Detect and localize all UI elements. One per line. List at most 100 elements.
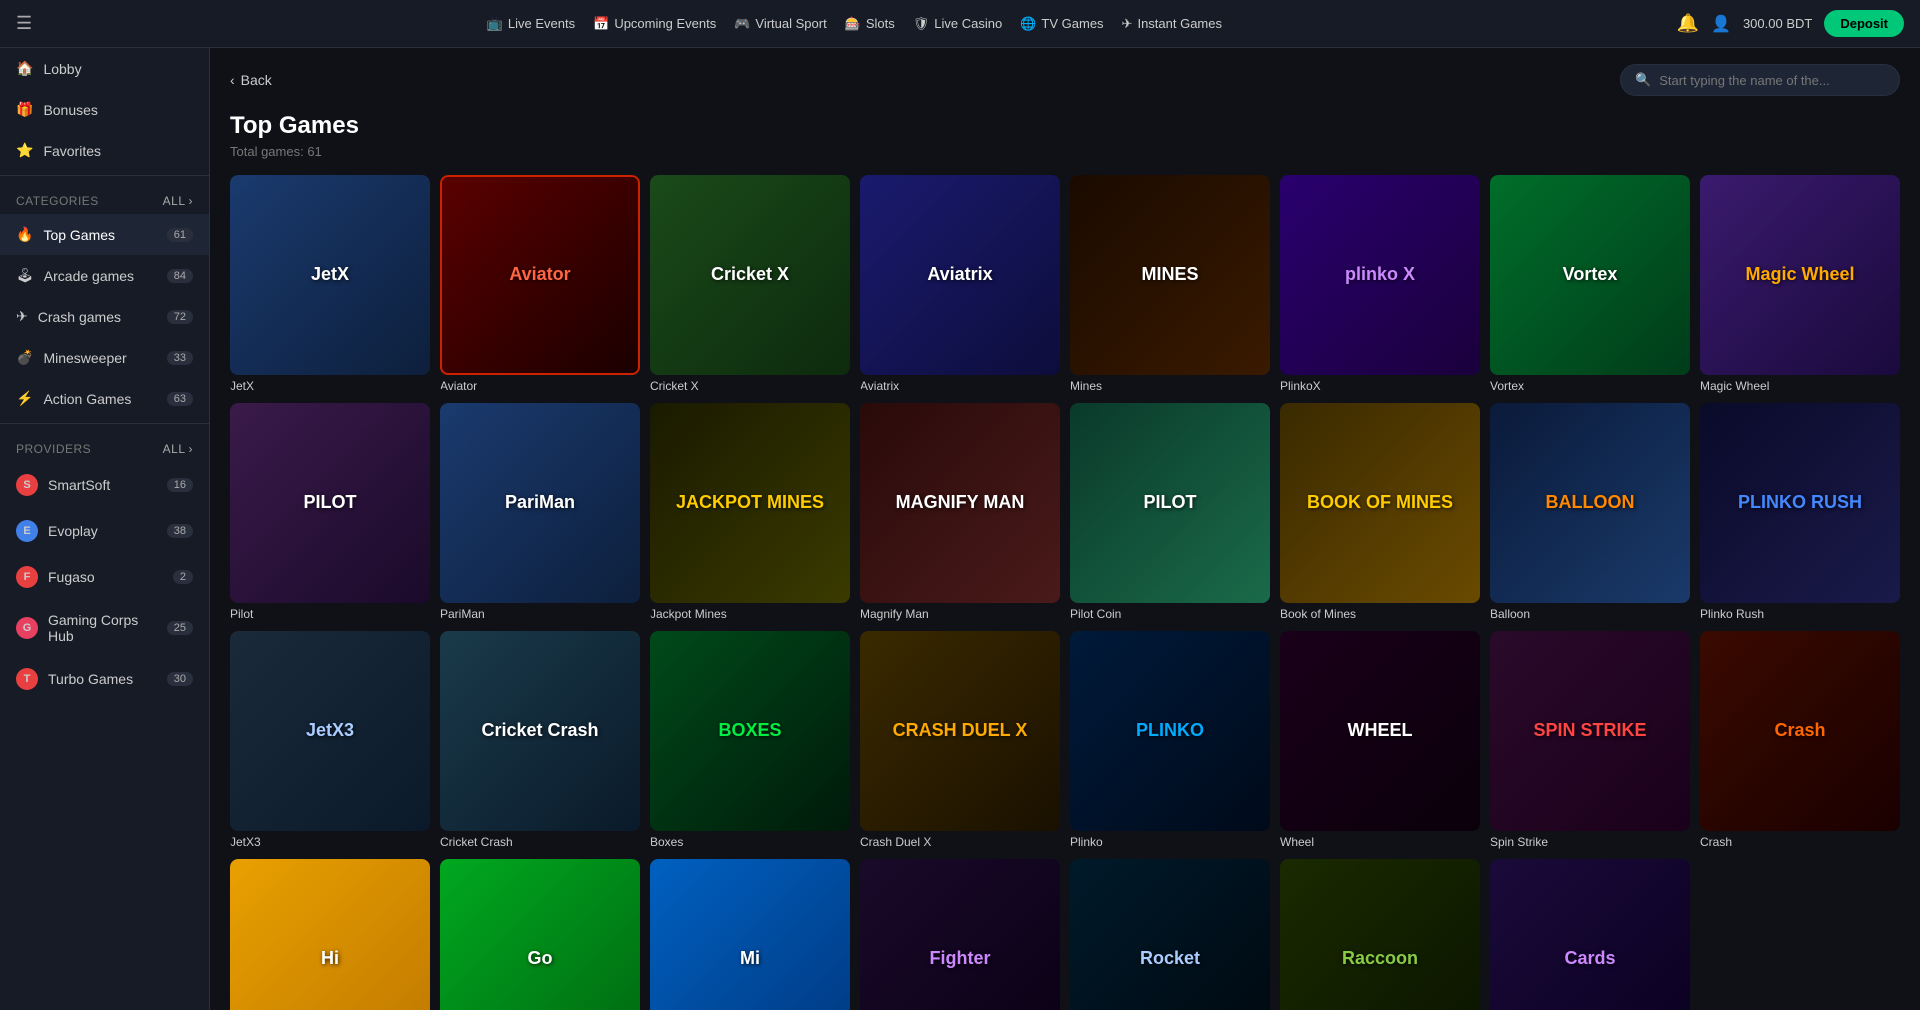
- providers-section-title: Providers All ›: [0, 428, 209, 462]
- sidebar-item-arcade-games[interactable]: 🕹 Arcade games 84: [0, 255, 209, 296]
- slots-icon: 🎰: [845, 16, 861, 32]
- game-thumb-text: Rocket: [1136, 945, 1204, 973]
- game-thumb-text: SPIN STRIKE: [1529, 717, 1650, 745]
- sidebar-item-gaming-corps[interactable]: G Gaming Corps Hub 25: [0, 600, 209, 656]
- nav-instant-games[interactable]: ✈ Instant Games: [1122, 16, 1222, 32]
- deposit-button[interactable]: Deposit: [1824, 10, 1904, 37]
- categories-all-link[interactable]: All ›: [163, 194, 193, 208]
- tv-games-icon: 🌐: [1020, 16, 1036, 32]
- live-events-icon: 📺: [487, 16, 503, 32]
- game-card-rocket[interactable]: RocketRocket: [1070, 859, 1270, 1010]
- search-bar[interactable]: 🔍 Start typing the name of the...: [1620, 64, 1900, 96]
- sidebar-item-evoplay[interactable]: E Evoplay 38: [0, 508, 209, 554]
- nav-tv-games[interactable]: 🌐 TV Games: [1020, 16, 1103, 32]
- game-card-magic-wheel[interactable]: Magic WheelMagic Wheel: [1700, 175, 1900, 393]
- providers-chevron-icon: ›: [189, 442, 194, 456]
- game-card-jetx[interactable]: JetXJetX: [230, 175, 430, 393]
- game-thumb-text: MINES: [1137, 261, 1202, 289]
- game-card-go[interactable]: GoGo: [440, 859, 640, 1010]
- upcoming-events-icon: 📅: [593, 16, 609, 32]
- game-card-mi[interactable]: MiMi: [650, 859, 850, 1010]
- providers-all-link[interactable]: All ›: [163, 442, 193, 456]
- nav-slots[interactable]: 🎰 Slots: [845, 16, 895, 32]
- game-card-balloon[interactable]: BALLOONBalloon: [1490, 403, 1690, 621]
- game-name-label: Aviator: [440, 379, 640, 393]
- turbo-games-icon: T: [16, 668, 38, 690]
- crash-badge: 72: [167, 310, 193, 324]
- game-card-cards[interactable]: CardsCards: [1490, 859, 1690, 1010]
- game-card-jetx3[interactable]: JetX3JetX3: [230, 631, 430, 849]
- sidebar-item-minesweeper[interactable]: 💣 Minesweeper 33: [0, 337, 209, 378]
- chevron-right-icon: ›: [189, 194, 194, 208]
- games-grid: JetXJetX Aviator Aviator Cricket XCricket X…: [230, 175, 1900, 1010]
- game-card-raccoon[interactable]: RaccoonRaccoon: [1280, 859, 1480, 1010]
- game-card-spin-strike[interactable]: SPIN STRIKESpin Strike: [1490, 631, 1690, 849]
- nav-live-casino[interactable]: 🛡 Live Casino: [913, 16, 1002, 32]
- favorites-icon: ⭐: [16, 142, 33, 159]
- sidebar-item-smartsoft[interactable]: S SmartSoft 16: [0, 462, 209, 508]
- sidebar-item-crash-games[interactable]: ✈ Crash games 72: [0, 296, 209, 337]
- game-name-label: Crash: [1700, 835, 1900, 849]
- game-card-fighter[interactable]: FighterFighter: [860, 859, 1060, 1010]
- sidebar-item-turbo-games[interactable]: T Turbo Games 30: [0, 656, 209, 702]
- arcade-badge: 84: [167, 269, 193, 283]
- game-card-mines[interactable]: MINESMines: [1070, 175, 1270, 393]
- game-card-plinko-rush[interactable]: PLINKO RUSHPlinko Rush: [1700, 403, 1900, 621]
- game-name-label: PlinkoX: [1280, 379, 1480, 393]
- game-thumb-text: Crash: [1770, 717, 1829, 745]
- game-card-wheel[interactable]: WHEELWheel: [1280, 631, 1480, 849]
- game-name-label: Pilot Coin: [1070, 607, 1270, 621]
- game-name-label: Magnify Man: [860, 607, 1060, 621]
- top-nav: ☰ 📺 Live Events 📅 Upcoming Events 🎮 Virt…: [0, 0, 1920, 48]
- sidebar-item-fugaso[interactable]: F Fugaso 2: [0, 554, 209, 600]
- game-thumb-text: Cricket X: [707, 261, 793, 289]
- evoplay-badge: 38: [167, 524, 193, 538]
- game-card-boxes[interactable]: BOXESBoxes: [650, 631, 850, 849]
- nav-live-events[interactable]: 📺 Live Events: [487, 16, 575, 32]
- game-card-cricket-crash[interactable]: Cricket CrashCricket Crash: [440, 631, 640, 849]
- game-card-pariman[interactable]: PariManPariMan: [440, 403, 640, 621]
- action-badge: 63: [167, 392, 193, 406]
- turbo-games-badge: 30: [167, 672, 193, 686]
- game-thumb-text: Hi: [317, 945, 343, 973]
- game-name-label: Plinko: [1070, 835, 1270, 849]
- game-card-aviatrix[interactable]: AviatrixAviatrix: [860, 175, 1060, 393]
- hamburger-icon[interactable]: ☰: [16, 13, 32, 34]
- nav-virtual-sport[interactable]: 🎮 Virtual Sport: [734, 16, 826, 32]
- sidebar-item-favorites[interactable]: ⭐ Favorites: [0, 130, 209, 171]
- sidebar-item-lobby[interactable]: 🏠 Lobby: [0, 48, 209, 89]
- game-card-cricket-x[interactable]: Cricket XCricket X: [650, 175, 850, 393]
- game-card-pilot[interactable]: PILOTPilot: [230, 403, 430, 621]
- categories-section-title: Categories All ›: [0, 180, 209, 214]
- nav-right: 🔔 👤 300.00 BDT Deposit: [1677, 10, 1904, 37]
- game-card-plinko[interactable]: PLINKOPlinko: [1070, 631, 1270, 849]
- bonuses-icon: 🎁: [16, 101, 33, 118]
- game-thumb-text: Raccoon: [1338, 945, 1422, 973]
- game-card-book-of-mines[interactable]: BOOK OF MINESBook of Mines: [1280, 403, 1480, 621]
- game-name-label: Cricket Crash: [440, 835, 640, 849]
- back-arrow-icon: ‹: [230, 72, 235, 88]
- game-thumb-text: Vortex: [1559, 261, 1622, 289]
- nav-upcoming-events[interactable]: 📅 Upcoming Events: [593, 16, 716, 32]
- game-card-hi[interactable]: HiHi: [230, 859, 430, 1010]
- game-card-plinkox[interactable]: plinko XPlinkoX: [1280, 175, 1480, 393]
- game-card-jackpot-mines[interactable]: JACKPOT MINESJackpot Mines: [650, 403, 850, 621]
- sidebar-item-bonuses[interactable]: 🎁 Bonuses: [0, 89, 209, 130]
- game-card-magnify-man[interactable]: MAGNIFY MANMagnify Man: [860, 403, 1060, 621]
- game-card-aviator[interactable]: Aviator Aviator: [440, 175, 640, 393]
- sidebar-item-top-games[interactable]: 🔥 Top Games 61: [0, 214, 209, 255]
- game-card-crash-duel-x[interactable]: CRASH DUEL XCrash Duel X: [860, 631, 1060, 849]
- game-card-vortex[interactable]: VortexVortex: [1490, 175, 1690, 393]
- user-icon[interactable]: 👤: [1711, 14, 1731, 34]
- page-title: Top Games: [230, 112, 1900, 140]
- game-name-label: Crash Duel X: [860, 835, 1060, 849]
- notification-icon[interactable]: 🔔: [1677, 13, 1699, 34]
- game-card-crash[interactable]: Crash Crash: [1700, 631, 1900, 849]
- game-card-pilot-coin[interactable]: PILOTPilot Coin: [1070, 403, 1270, 621]
- back-button[interactable]: ‹ Back: [230, 72, 272, 88]
- game-thumb-text: BALLOON: [1542, 489, 1639, 517]
- game-thumb-text: Aviator: [505, 261, 574, 289]
- content-header: ‹ Back 🔍 Start typing the name of the...: [230, 64, 1900, 96]
- sidebar-item-action-games[interactable]: ⚡ Action Games 63: [0, 378, 209, 419]
- fugaso-badge: 2: [173, 570, 193, 584]
